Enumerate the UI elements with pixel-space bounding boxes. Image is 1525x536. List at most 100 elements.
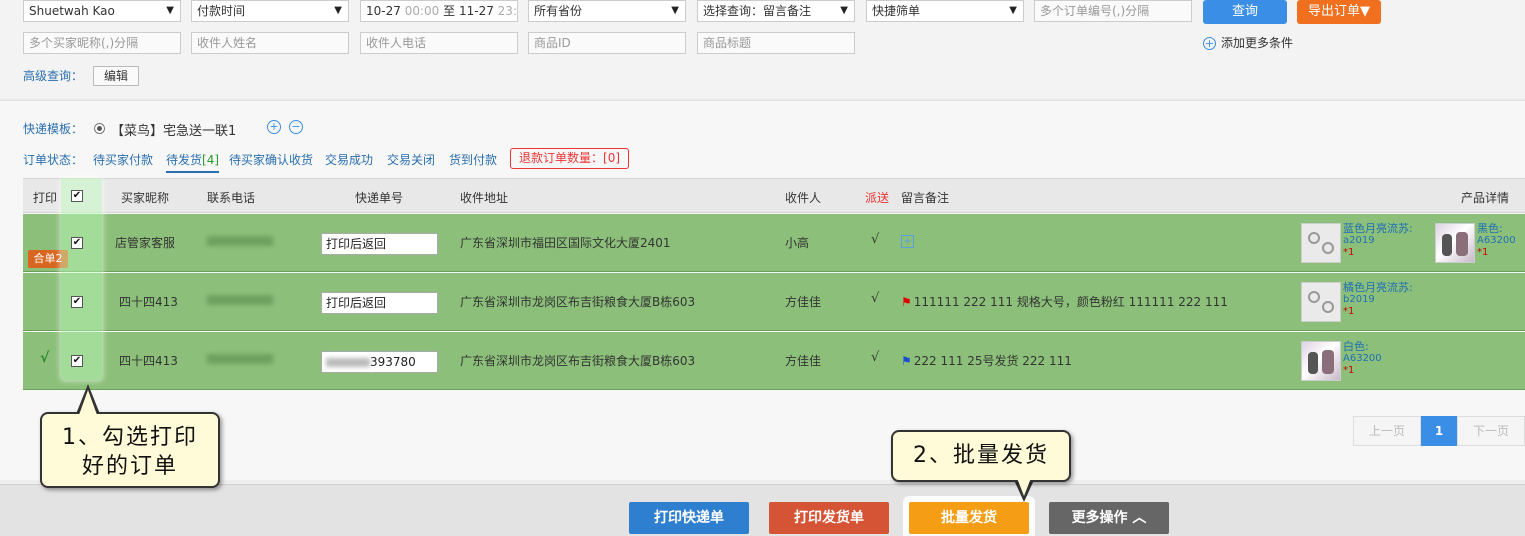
phone-redacted (207, 236, 273, 246)
dispatch-check: √ (871, 291, 880, 306)
product-qty: *1 (1343, 306, 1355, 317)
receiver-address: 广东省深圳市福田区国际文化大厦2401 (460, 236, 671, 250)
tab-cash-on-delivery[interactable]: 货到付款 (449, 151, 497, 168)
chevron-down-icon: ▼ (1009, 5, 1017, 16)
tab-awaiting-payment[interactable]: 待买家付款 (93, 151, 153, 168)
row-checkbox[interactable]: ✔ (71, 355, 83, 367)
add-more-conditions[interactable]: + 添加更多条件 (1203, 34, 1293, 51)
more-actions-button[interactable]: 更多操作 ︿ (1049, 502, 1169, 534)
row-checkbox[interactable]: ✔ (71, 296, 83, 308)
quick-filter-select[interactable]: 快捷筛单 ▼ (866, 0, 1024, 22)
table-row[interactable]: 四十四413 打印后返回 广东省深圳市龙岗区布吉街粮食大厦B栋603 方佳佳 √… (23, 273, 1525, 331)
receiver-address: 广东省深圳市龙岗区布吉街粮食大厦B栋603 (460, 354, 696, 368)
tab-trade-success[interactable]: 交易成功 (325, 151, 373, 168)
buyer-nickname: 店管家客服 (115, 236, 176, 250)
select-all-checkbox[interactable]: ✔ (71, 190, 83, 202)
header-phone: 联系电话 (207, 191, 256, 205)
callout-step1-line1: 1、勾选打印 (62, 425, 198, 450)
product-thumbnail[interactable] (1301, 341, 1341, 381)
tracking-number-field[interactable]: 打印后返回 (321, 292, 438, 314)
receiver-name-input[interactable]: 收件人姓名 (191, 32, 349, 54)
buyer-nick-input[interactable]: 多个买家昵称(,)分隔 (23, 32, 181, 54)
receiver-name: 小高 (785, 236, 810, 250)
print-invoice-button[interactable]: 打印发货单 (769, 502, 889, 534)
printed-check-icon: √ (40, 350, 50, 366)
pager-current-page[interactable]: 1 (1421, 416, 1457, 446)
tab-awaiting-shipment[interactable]: 待发货[4] (166, 151, 220, 173)
tracking-redacted (326, 358, 370, 367)
tab-awaiting-shipment-count: [4] (202, 153, 220, 167)
header-address: 收件地址 (460, 191, 509, 205)
header-dispatch: 派送 (865, 191, 890, 205)
time-from: 00:00 (404, 4, 440, 18)
receiver-phone-input[interactable]: 收件人电话 (360, 32, 518, 54)
tab-awaiting-shipment-label: 待发货 (166, 153, 203, 167)
express-template-label: 快递模板： (23, 122, 84, 136)
order-ids-input[interactable]: 多个订单编号(,)分隔 (1034, 0, 1192, 22)
bottom-action-bar (0, 484, 1525, 536)
product-code: A63200 (1343, 353, 1382, 364)
row-checkbox[interactable]: ✔ (71, 237, 83, 249)
time-type-select[interactable]: 付款时间 ▼ (191, 0, 349, 22)
refund-label: 退款订单数量： (519, 151, 604, 165)
export-orders-button[interactable]: 导出订单▼ (1297, 0, 1381, 24)
query-button[interactable]: 查询 (1203, 0, 1287, 24)
product-code: A63200 (1477, 235, 1516, 246)
header-note: 留言备注 (901, 191, 950, 205)
product-code: b2019 (1343, 294, 1375, 305)
tab-awaiting-confirmation[interactable]: 待买家确认收货 (229, 151, 313, 168)
order-note: ⚑ 222 111 25号发货 222 111 (901, 352, 1072, 369)
add-note-icon[interactable]: + (901, 235, 914, 248)
header-receiver: 收件人 (785, 191, 822, 205)
chevron-down-icon: ▼ (671, 5, 679, 16)
callout-tail-inner (1017, 478, 1031, 496)
table-row[interactable]: 店管家客服 打印后返回 广东省深圳市福田区国际文化大厦2401 小高 √ + 蓝… (23, 214, 1525, 272)
query-type-value: 选择查询：留言备注 (703, 4, 812, 18)
phone-redacted (207, 295, 273, 305)
refund-orders-count[interactable]: 退款订单数量：[0] (510, 148, 630, 169)
product-id-input[interactable]: 商品ID (528, 32, 686, 54)
pager-prev-button[interactable]: 上一页 (1353, 416, 1421, 446)
buyer-nickname: 四十四413 (119, 354, 178, 368)
product-title[interactable]: 黑色: (1477, 222, 1503, 235)
product-thumbnail[interactable] (1301, 282, 1341, 322)
checkbox-column-highlight (61, 178, 102, 380)
tracking-number-field[interactable]: 打印后返回 (321, 233, 438, 255)
remove-template-icon[interactable]: − (289, 120, 303, 134)
pager-next-button[interactable]: 下一页 (1457, 416, 1525, 446)
date-separator: 至 (443, 4, 456, 18)
product-qty: *1 (1343, 247, 1355, 258)
product-title-input[interactable]: 商品标题 (697, 32, 855, 54)
product-title[interactable]: 蓝色月亮流苏: (1343, 222, 1413, 235)
product-title[interactable]: 橘色月亮流苏: (1343, 281, 1413, 294)
order-status-label: 订单状态： (23, 153, 84, 167)
time-to: 23:59 (497, 4, 517, 18)
query-type-select[interactable]: 选择查询：留言备注 ▼ (697, 0, 855, 22)
tracking-number-field[interactable]: 393780 (321, 351, 438, 373)
account-value: Shuetwah Kao (29, 4, 115, 18)
tab-trade-closed[interactable]: 交易关闭 (387, 151, 435, 168)
advanced-edit-button[interactable]: 编辑 (93, 66, 139, 86)
receiver-address: 广东省深圳市龙岗区布吉街粮食大厦B栋603 (460, 295, 696, 309)
batch-ship-button[interactable]: 批量发货 (909, 502, 1029, 534)
province-select[interactable]: 所有省份 ▼ (528, 0, 686, 22)
date-from: 10-27 (366, 4, 401, 18)
plus-circle-icon: + (1203, 37, 1216, 50)
template-radio[interactable] (94, 123, 105, 134)
product-title[interactable]: 白色: (1343, 340, 1369, 353)
product-qty: *1 (1477, 247, 1489, 258)
blue-flag-icon: ⚑ (901, 354, 912, 368)
product-thumbnail[interactable] (1301, 223, 1341, 263)
account-select[interactable]: Shuetwah Kao ▼ (23, 0, 181, 22)
order-note-text: 111111 222 111 规格大号，颜色粉红 111111 222 111 (913, 295, 1228, 309)
province-value: 所有省份 (534, 4, 583, 18)
print-express-button[interactable]: 打印快递单 (629, 502, 749, 534)
date-range-input[interactable]: 10-27 00:00 至 11-27 23:59 (360, 0, 518, 22)
table-row[interactable]: 四十四413 393780 广东省深圳市龙岗区布吉街粮食大厦B栋603 方佳佳 … (23, 332, 1525, 390)
advanced-query-label: 高级查询： (23, 69, 84, 83)
header-print: 打印 (33, 191, 58, 205)
product-code: a2019 (1343, 235, 1375, 246)
orders-table-header: 打印 买家昵称 联系电话 快递单号 收件地址 收件人 派送 留言备注 产品详情 (23, 178, 1525, 213)
product-thumbnail[interactable] (1435, 223, 1475, 263)
add-template-icon[interactable]: + (267, 120, 281, 134)
